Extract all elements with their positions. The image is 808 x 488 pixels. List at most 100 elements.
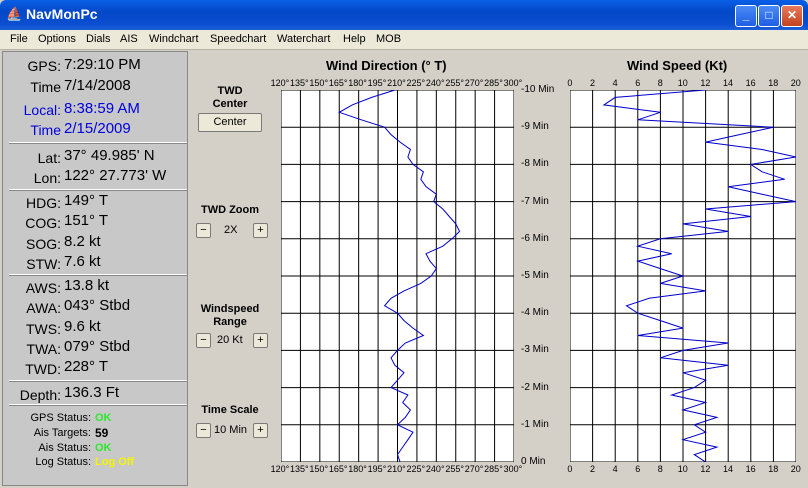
wind-direction-tick-label: 165° [328,464,348,474]
time-scale-minus-button[interactable]: − [196,423,211,438]
wind-direction-tick-label: 195° [367,464,387,474]
local-time-label: Time [30,122,61,138]
chart-controls: TWD Center Center TWD Zoom − 2X + Windsp… [188,51,272,484]
wind-speed-chart [570,90,796,462]
time-scale-title: Time Scale [201,404,259,416]
wind-speed-tick-label: 10 [677,78,688,88]
time-axis-label: -4 Min [521,307,549,319]
time-axis-label: 0 Min [521,456,546,467]
wind-speed-tick-label: 6 [635,464,641,474]
depth-label: Depth: [19,387,61,403]
awa-value: 043° Stbd [64,297,131,314]
windspeed-range-title: Windspeed Range [200,303,260,328]
wind-direction-chart [281,90,514,462]
wind-direction-tick-label: 150° [309,78,329,88]
wind-direction-tick-label: 240° [425,464,445,474]
wind-speed-tick-label: 12 [700,464,711,474]
windspeed-range-minus-button[interactable]: − [196,333,211,348]
wind-direction-tick-label: 285° [484,464,503,474]
wind-speed-tick-label: 0 [567,78,573,88]
menu-speedchart[interactable]: Speedchart [210,33,266,45]
wind-speed-tick-label: 4 [612,464,618,474]
lon-label: Lon: [33,170,61,186]
twd-zoom-plus-button[interactable]: + [253,223,268,238]
log-status-value: Log Off [95,456,135,468]
log-status-label: Log Status: [35,456,91,468]
menu-dials[interactable]: Dials [86,33,110,45]
ais-targets-label: Ais Targets: [33,427,91,439]
sailboat-icon: ⛵ [6,6,23,21]
twd-zoom-value: 2X [224,224,238,236]
lat-label: Lat: [37,150,61,166]
twd-zoom-minus-button[interactable]: − [196,223,211,238]
wind-speed-tick-label: 2 [590,464,596,474]
gps-label: GPS: [27,58,61,74]
menu-ais[interactable]: AIS [120,33,138,45]
wind-direction-tick-label: 270° [464,464,484,474]
twd-value: 228° T [64,358,109,375]
wind-speed-tick-label: 20 [790,78,801,88]
close-button[interactable]: ✕ [781,5,803,27]
center-button[interactable]: Center [198,113,262,132]
twa-value: 079° Stbd [64,338,131,355]
wind-direction-tick-label: 180° [348,78,367,88]
wind-direction-tick-label: 225° [406,78,426,88]
sog-label: SOG: [25,236,61,252]
menu-mob[interactable]: MOB [376,33,401,45]
menu-bar: File Options Dials AIS Windchart Speedch… [0,30,808,50]
gps-status-value: OK [95,412,112,424]
wind-speed-tick-label: 2 [590,78,596,88]
wind-direction-tick-label: 255° [445,464,464,474]
tws-value: 9.6 kt [64,318,101,335]
time-scale-plus-button[interactable]: + [253,423,268,438]
wind-direction-tick-label: 165° [328,78,348,88]
menu-file[interactable]: File [10,33,28,45]
twd-center-title: TWD Center [212,85,248,110]
maximize-button[interactable]: □ [758,5,780,27]
divider [9,380,187,382]
menu-help[interactable]: Help [343,33,366,45]
time-axis-label: -7 Min [521,195,549,207]
menu-waterchart[interactable]: Waterchart [277,33,330,45]
time-axis-label: -1 Min [521,418,549,430]
wind-speed-tick-label: 8 [657,464,663,474]
wind-direction-tick-label: 120° [270,78,290,88]
ais-status-value: OK [95,442,112,454]
divider [9,404,187,406]
divider [9,142,187,144]
stw-value: 7.6 kt [64,253,101,270]
divider [9,189,187,191]
wind-speed-tick-label: 16 [745,78,756,88]
twa-label: TWA: [26,341,61,357]
title-bar: ⛵ NavMonPc _ □ ✕ [0,0,808,30]
ais-status-label: Ais Status: [38,442,91,454]
local-time-value: 2/15/2009 [64,120,131,137]
wind-direction-tick-label: 150° [309,464,329,474]
lon-value: 122° 27.773' W [64,167,167,184]
ais-targets-value: 59 [95,426,109,440]
wind-direction-tick-label: 210° [387,464,406,474]
menu-options[interactable]: Options [38,33,76,45]
wind-speed-tick-label: 16 [745,464,756,474]
minimize-button[interactable]: _ [735,5,757,27]
tws-label: TWS: [26,321,61,337]
lat-value: 37° 49.985' N [64,147,155,164]
hdg-value: 149° T [64,192,109,209]
time-axis-label: -10 Min [521,84,555,95]
menu-windchart[interactable]: Windchart [149,33,199,45]
wind-direction-tick-label: 285° [484,78,503,88]
time-label: Time [30,79,61,95]
stw-label: STW: [26,256,61,272]
wind-speed-tick-label: 6 [635,78,641,88]
wind-speed-tick-label: 10 [677,464,688,474]
wind-direction-tick-label: 240° [425,78,445,88]
time-scale-value: 10 Min [214,424,248,436]
wind-direction-tick-label: 225° [406,464,426,474]
wind-direction-tick-label: 180° [348,464,367,474]
wind-speed-tick-label: 14 [723,78,734,88]
wind-speed-tick-label: 8 [657,78,663,88]
wind-speed-title: Wind Speed (Kt) [627,58,728,73]
window-title: NavMonPc [26,6,98,22]
gps-status-label: GPS Status: [30,412,91,424]
windspeed-range-plus-button[interactable]: + [253,333,268,348]
